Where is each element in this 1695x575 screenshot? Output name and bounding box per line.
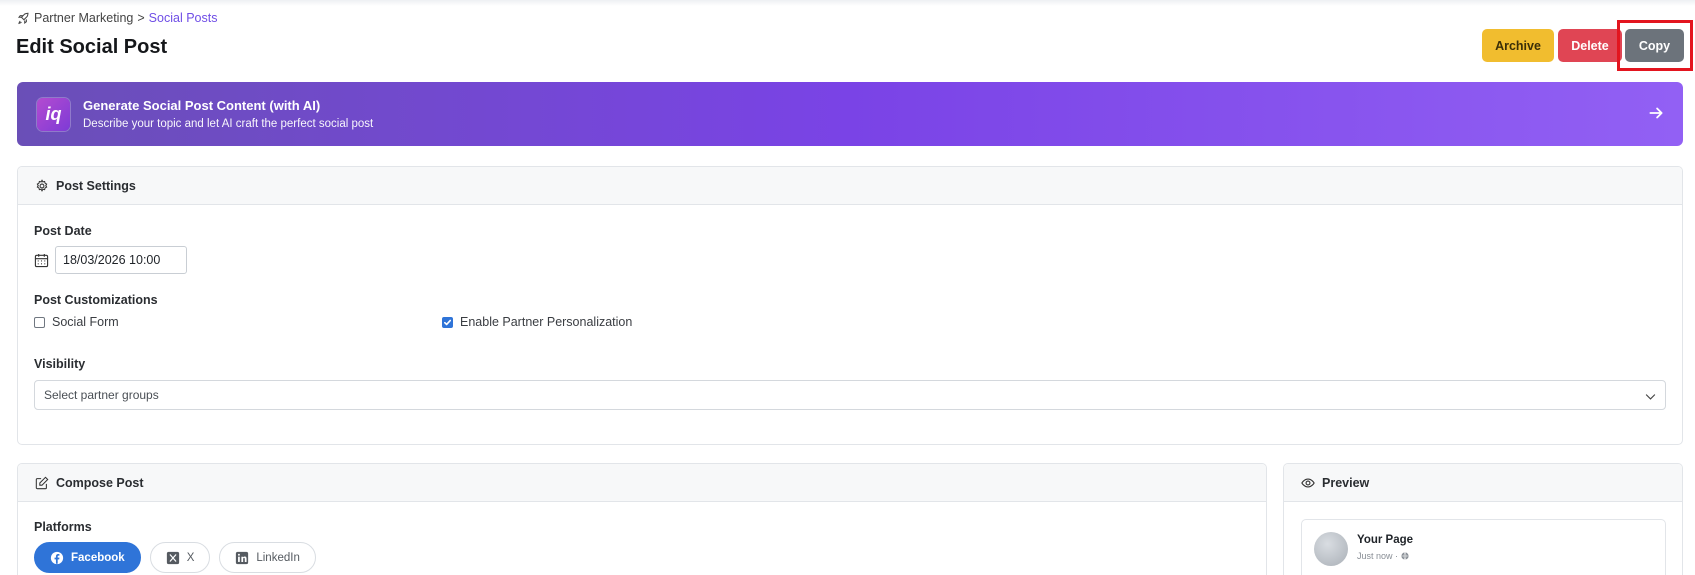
ai-generate-banner[interactable]: iq Generate Social Post Content (with AI… (17, 82, 1683, 146)
copy-button[interactable]: Copy (1625, 29, 1684, 62)
platform-x[interactable]: X (149, 542, 211, 573)
chevron-down-icon (1645, 394, 1656, 400)
platform-facebook[interactable]: Facebook (34, 542, 141, 573)
rocket-icon (17, 12, 29, 24)
top-shadow (0, 0, 1695, 6)
preview-title: Preview (1322, 475, 1370, 490)
ai-banner-subtitle: Describe your topic and let AI craft the… (83, 118, 374, 130)
breadcrumb: Partner Marketing > Social Posts (17, 11, 217, 25)
post-date-label: Post Date (34, 224, 92, 238)
platform-facebook-label: Facebook (71, 551, 125, 564)
platform-x-label: X (186, 551, 195, 564)
archive-button[interactable]: Archive (1482, 29, 1554, 62)
partner-personalization-box[interactable] (442, 316, 453, 328)
globe-icon (1401, 552, 1409, 560)
breadcrumb-current[interactable]: Social Posts (149, 11, 218, 25)
ai-banner-title: Generate Social Post Content (with AI) (83, 98, 321, 113)
preview-time: Just now · (1357, 551, 1409, 561)
compose-post-card: Compose Post Platforms Facebook X Linked… (17, 463, 1267, 575)
social-form-checkbox[interactable]: Social Form (34, 315, 119, 329)
partner-personalization-checkbox[interactable]: Enable Partner Personalization (442, 315, 632, 329)
social-form-box[interactable] (34, 316, 45, 328)
x-icon (166, 551, 179, 564)
compose-post-header: Compose Post (18, 464, 1266, 502)
platforms-label: Platforms (34, 520, 92, 534)
ai-banner-text: Generate Social Post Content (with AI) D… (83, 98, 373, 130)
preview-card: Preview Your Page Just now · (1283, 463, 1683, 575)
preview-time-text: Just now · (1357, 551, 1399, 561)
calendar-icon[interactable] (34, 253, 49, 268)
iq-logo-icon: iq (37, 97, 70, 131)
partner-personalization-label: Enable Partner Personalization (460, 315, 633, 329)
eye-icon (1301, 477, 1315, 488)
post-date-group (34, 246, 187, 274)
post-settings-card: Post Settings Post Date Post Customizati… (17, 166, 1683, 445)
social-form-label: Social Form (52, 315, 119, 329)
platform-selector: Facebook X LinkedIn (34, 542, 316, 573)
arrow-right-icon[interactable] (1647, 104, 1665, 122)
breadcrumb-separator: > (137, 11, 145, 25)
facebook-icon (50, 551, 64, 564)
visibility-label: Visibility (34, 357, 86, 371)
delete-button[interactable]: Delete (1558, 29, 1622, 62)
post-customizations-label: Post Customizations (34, 293, 158, 307)
post-settings-header: Post Settings (18, 167, 1682, 205)
edit-icon (35, 476, 49, 489)
visibility-select[interactable]: Select partner groups (34, 380, 1666, 410)
preview-page-name: Your Page (1357, 534, 1414, 546)
post-settings-title: Post Settings (56, 178, 136, 193)
linkedin-icon (236, 551, 249, 564)
post-date-input[interactable] (55, 246, 187, 274)
checkmark-icon (443, 319, 452, 325)
breadcrumb-parent[interactable]: Partner Marketing (34, 11, 133, 25)
platform-linkedin[interactable]: LinkedIn (219, 542, 316, 573)
visibility-placeholder: Select partner groups (44, 388, 159, 402)
compose-post-title: Compose Post (56, 475, 144, 490)
avatar (1314, 532, 1348, 566)
preview-header: Preview (1284, 464, 1682, 502)
platform-linkedin-label: LinkedIn (256, 551, 300, 564)
action-bar: Archive Delete Copy (0, 29, 1695, 63)
preview-post: Your Page Just now · (1301, 519, 1666, 575)
gear-icon (36, 178, 48, 192)
